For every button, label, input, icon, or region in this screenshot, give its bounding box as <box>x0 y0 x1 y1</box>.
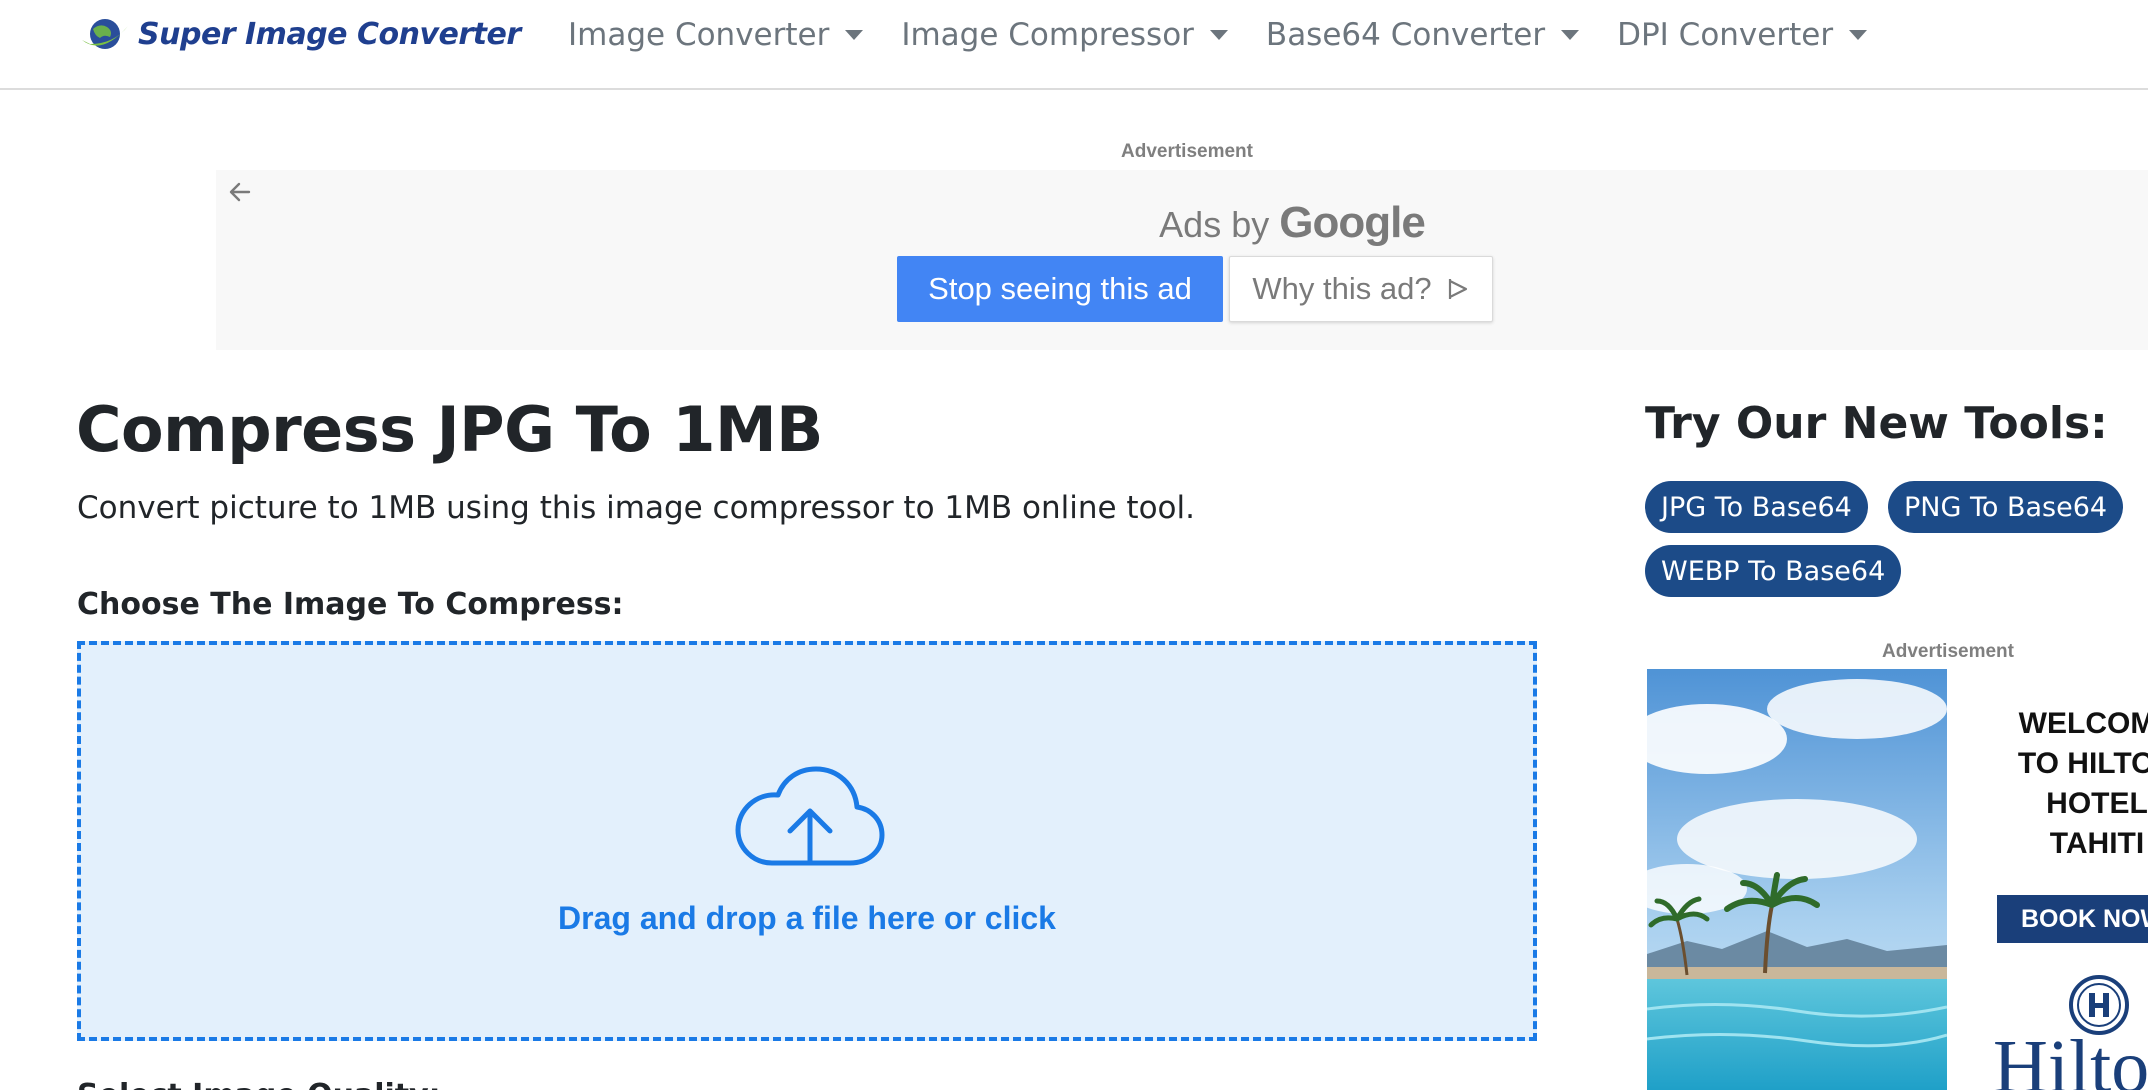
nav-item-image-converter[interactable]: Image Converter <box>568 17 864 53</box>
image-dropzone[interactable]: Drag and drop a file here or click <box>77 641 1537 1041</box>
ads-by-label: Ads by <box>1159 204 1270 245</box>
sidebar-title: Try Our New Tools: <box>1645 398 2108 449</box>
ad-resort-photo <box>1647 669 1947 1090</box>
top-ad-banner: Ads by Google Stop seeing this ad Why th… <box>216 170 2148 350</box>
ad-headline: WELCOME TO HILTON HOTEL TAHITI <box>2017 707 2148 860</box>
image-quality-label: Select Image Quality: <box>77 1078 441 1090</box>
main-nav: Image Converter Image Compressor Base64 … <box>568 14 1905 56</box>
brand-name: Super Image Converter <box>138 16 521 52</box>
choose-image-label: Choose The Image To Compress: <box>77 587 624 622</box>
brand-link[interactable]: Super Image Converter <box>80 14 521 54</box>
nav-item-base64-converter[interactable]: Base64 Converter <box>1265 17 1580 53</box>
nav-item-label: DPI Converter <box>1617 17 1834 53</box>
page-description: Convert picture to 1MB using this image … <box>77 490 1195 526</box>
top-navbar: Super Image Converter Image Converter Im… <box>0 0 2148 90</box>
tool-link-webp-to-base64[interactable]: WEBP To Base64 <box>1645 545 1902 597</box>
caret-down-icon <box>1209 30 1228 40</box>
ads-by-google: Ads by Google <box>216 198 2148 248</box>
nav-item-dpi-converter[interactable]: DPI Converter <box>1617 17 1868 53</box>
dropzone-text: Drag and drop a file here or click <box>558 900 1056 936</box>
sidebar-ad[interactable]: WELCOME TO HILTON HOTEL TAHITI BOOK NOW … <box>1647 669 2148 1090</box>
nav-item-label: Image Converter <box>568 17 830 53</box>
stop-seeing-ad-button[interactable]: Stop seeing this ad <box>897 256 1223 322</box>
why-this-ad-label: Why this ad? <box>1252 271 1432 306</box>
nav-item-label: Base64 Converter <box>1265 17 1546 53</box>
ad-label-top: Advertisement <box>1121 141 1253 162</box>
nav-item-label: Image Compressor <box>901 17 1194 53</box>
caret-down-icon <box>1561 30 1580 40</box>
cloud-upload-icon <box>735 766 885 866</box>
ad-label-sidebar: Advertisement <box>1882 641 2014 662</box>
globe-swoosh-icon <box>82 19 128 49</box>
caret-down-icon <box>845 30 864 40</box>
google-wordmark: Google <box>1279 198 1426 247</box>
tool-link-png-to-base64[interactable]: PNG To Base64 <box>1888 481 2124 533</box>
caret-down-icon <box>1849 30 1868 40</box>
play-outline-icon <box>1448 279 1467 299</box>
book-now-button[interactable]: BOOK NOW <box>1997 895 2148 943</box>
nav-item-image-compressor[interactable]: Image Compressor <box>901 17 1228 53</box>
why-this-ad-button[interactable]: Why this ad? <box>1229 256 1493 322</box>
page-title: Compress JPG To 1MB <box>76 393 823 466</box>
hilton-wordmark: Hilton <box>1993 1025 2148 1090</box>
tool-link-jpg-to-base64[interactable]: JPG To Base64 <box>1645 481 1868 533</box>
